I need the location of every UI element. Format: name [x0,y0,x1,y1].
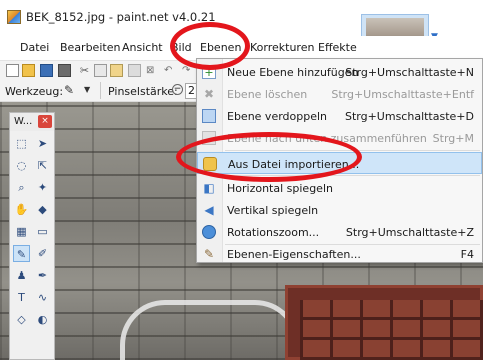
toolbar-divider [100,82,101,99]
magic-wand-icon[interactable]: ✦ [34,179,51,196]
paint-net-app-icon [7,10,21,24]
copy-icon[interactable] [94,64,107,77]
menu-item-merge-layer-down[interactable]: Ebene nach unten zusammenführen Strg+M [197,127,482,149]
color-picker-icon[interactable]: ✒ [34,267,51,284]
line-curve-icon[interactable]: ∿ [34,289,51,306]
flip-vertical-icon: ◀ [204,203,214,217]
rectangle-select-icon[interactable]: ⬚ [13,135,30,152]
paint-net-window: BEK_8152.jpg - paint.net v4.0.21 ▼ Datei… [0,0,483,360]
menu-item-shortcut: Strg+Umschalttaste+D [344,110,474,123]
menu-item-label: Ebene nach unten zusammenführen [227,132,427,145]
undo-icon[interactable]: ↶ [164,64,177,77]
menu-bearbeiten[interactable]: Bearbeiten [60,41,120,54]
tools-panel-close-button[interactable]: × [38,115,52,128]
chevron-down-icon[interactable]: ▼ [84,85,90,94]
menu-item-rotate-zoom[interactable]: Rotationszoom... Strg+Umschalttaste+Z [197,221,482,243]
menu-item-flip-vertical[interactable]: ◀ Vertikal spiegeln [197,199,482,221]
menu-item-label: Ebenen-Eigenschaften... [227,248,361,261]
brush-width-label: Pinselstärke: [108,85,178,98]
menu-item-duplicate-layer[interactable]: Ebene verdoppeln Strg+Umschalttaste+D [197,105,482,127]
main-toolbar: ✂ ⊠ ↶ ↷ [0,60,200,80]
menu-effekte[interactable]: Effekte [318,41,357,54]
new-layer-icon: + [202,65,216,79]
menu-item-flip-horizontal[interactable]: ◧ Horizontal spiegeln [197,177,482,199]
tools-panel: W... × ⬚ ➤ ◌ ⇱ ⌕ ✦ ✋ ◆ ▦ ▭ ✎ ✐ ♟ ✒ T ∿ ◇… [9,112,55,360]
menu-item-shortcut: Strg+M [432,132,474,145]
menu-datei[interactable]: Datei [20,41,49,54]
cut-icon[interactable]: ✂ [78,64,91,77]
menu-item-label: Neue Ebene hinzufügen [227,66,359,79]
pan-icon[interactable]: ✋ [13,201,30,218]
menu-item-new-layer[interactable]: + Neue Ebene hinzufügen Strg+Umschalttas… [197,61,482,83]
menu-item-label: Aus Datei importieren... [228,158,360,171]
deselect-icon[interactable]: ⊠ [146,64,159,77]
window-title: BEK_8152.jpg - paint.net v4.0.21 [26,10,216,24]
pencil-tool-icon[interactable]: ✎ [64,83,74,97]
print-icon[interactable] [58,64,71,77]
window-pane-grid [300,300,483,360]
menu-item-label: Rotationszoom... [227,226,320,239]
menu-item-shortcut: Strg+Umschalttaste+Entf [331,88,474,101]
menu-bild[interactable]: Bild [171,41,193,54]
tool-options-bar: Werkzeug: ✎ ▼ Pinselstärke: − 2 [0,80,200,102]
menu-item-label: Ebene verdoppeln [227,110,328,123]
shapes-icon[interactable]: ◇ [13,311,30,328]
merge-down-icon [202,131,216,145]
menu-separator [225,150,480,151]
crop-icon[interactable] [128,64,141,77]
tool-label: Werkzeug: [5,85,64,98]
menu-ebenen[interactable]: Ebenen [200,41,241,54]
open-file-icon[interactable] [22,64,35,77]
flip-horizontal-icon: ◧ [203,181,215,195]
zoom-icon[interactable]: ⌕ [13,179,30,196]
menu-item-shortcut: F4 [460,248,474,261]
minus-circle-icon[interactable]: − [172,84,183,95]
rotate-zoom-icon [202,225,216,239]
redo-icon[interactable]: ↷ [182,64,195,77]
gradient-icon[interactable]: ▦ [13,223,30,240]
delete-layer-icon: ✖ [203,87,215,101]
menu-separator [225,175,480,176]
layers-menu-dropdown: + Neue Ebene hinzufügen Strg+Umschalttas… [196,58,483,263]
paintbrush-icon[interactable]: ✐ [34,245,51,262]
move-selection-icon[interactable]: ➤ [34,135,51,152]
clone-stamp-icon[interactable]: ♟ [13,267,30,284]
new-file-icon[interactable] [6,64,19,77]
menu-item-import-from-file[interactable]: Aus Datei importieren... [197,152,482,174]
tools-panel-header: W... × [10,113,54,131]
lasso-select-icon[interactable]: ◌ [13,157,30,174]
import-from-file-icon [203,157,217,171]
menu-item-shortcut: Strg+Umschalttaste+Z [345,226,474,239]
move-pixels-icon[interactable]: ⇱ [34,157,51,174]
tools-panel-title: W... [14,116,33,127]
menu-item-label: Horizontal spiegeln [227,182,333,195]
pencil-icon[interactable]: ✎ [13,245,30,262]
text-tool-icon[interactable]: T [13,289,30,306]
paste-icon[interactable] [110,64,123,77]
graffiti-shape [120,300,300,360]
menu-item-label: Ebene löschen [227,88,308,101]
menu-korrekturen[interactable]: Korrekturen [250,41,314,54]
eraser-icon[interactable]: ▭ [34,223,51,240]
menu-ansicht[interactable]: Ansicht [122,41,163,54]
menu-item-delete-layer[interactable]: ✖ Ebene löschen Strg+Umschalttaste+Entf [197,83,482,105]
duplicate-layer-icon [202,109,216,123]
menu-item-layer-properties[interactable]: ✎ Ebenen-Eigenschaften... F4 [197,243,482,265]
menu-item-shortcut: Strg+Umschalttaste+N [345,66,474,79]
paint-bucket-icon[interactable]: ◆ [34,201,51,218]
menu-item-label: Vertikal spiegeln [227,204,319,217]
save-icon[interactable] [40,64,53,77]
menu-bar: Datei Bearbeiten Ansicht Bild Ebenen Kor… [0,36,483,58]
layer-properties-icon: ✎ [203,247,215,261]
recolor-icon[interactable]: ◐ [34,311,51,328]
